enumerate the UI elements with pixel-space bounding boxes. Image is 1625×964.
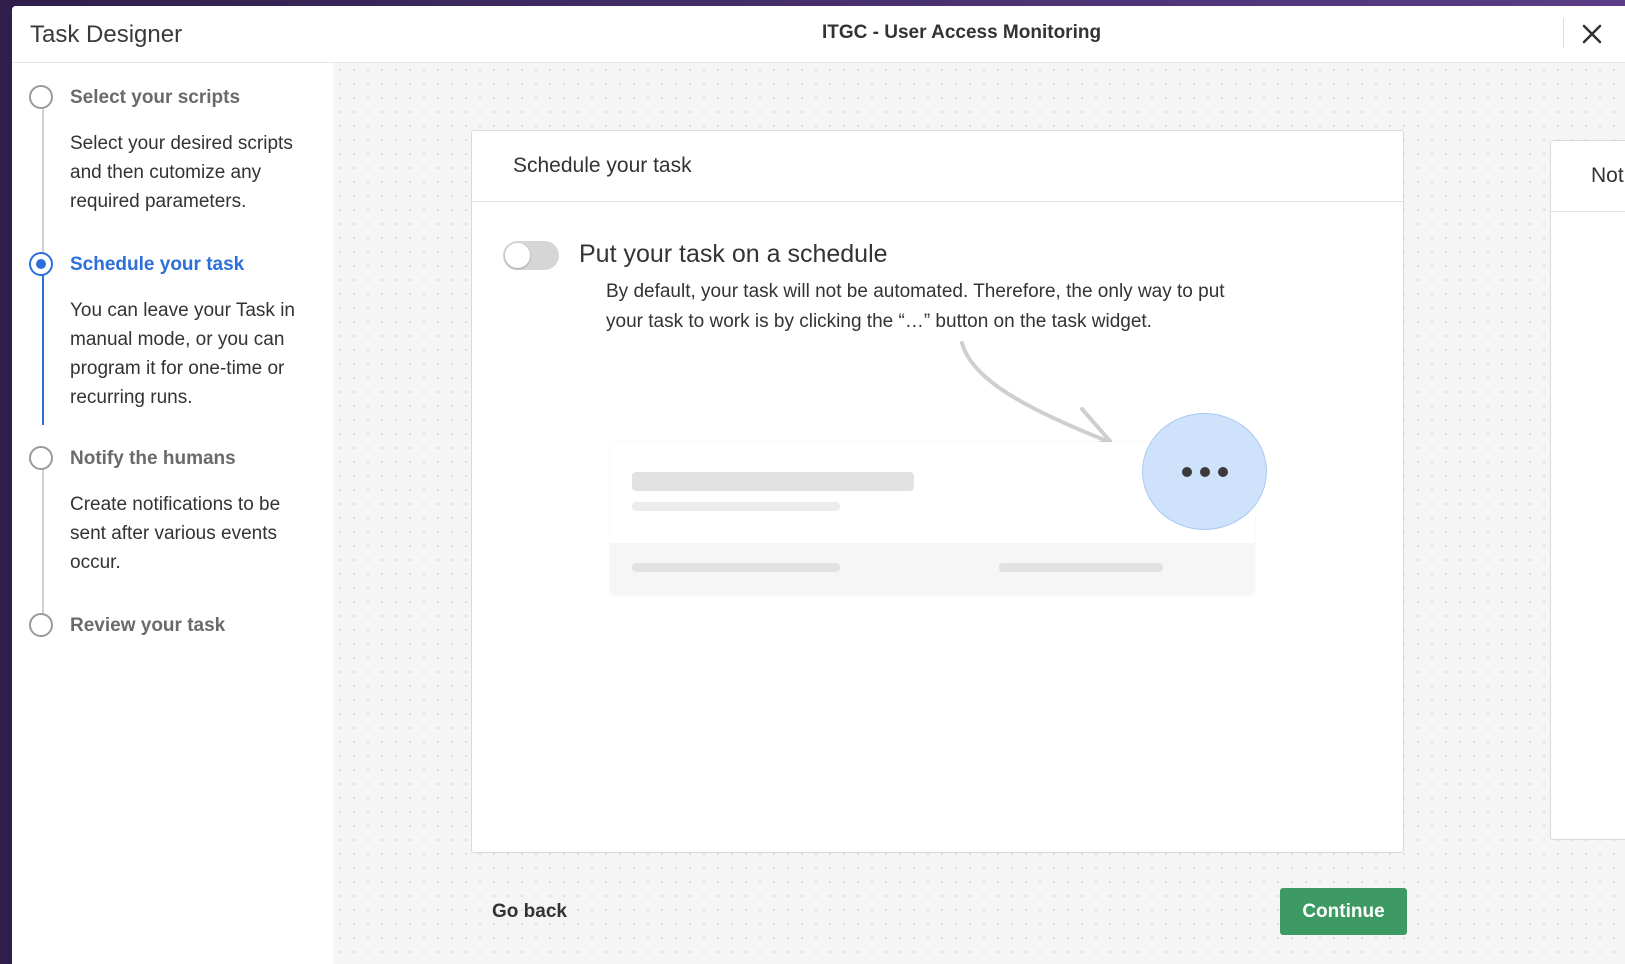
go-back-button[interactable]: Go back: [492, 901, 567, 923]
schedule-toggle-label[interactable]: Put your task on a schedule: [579, 240, 888, 269]
dot: [1199, 466, 1210, 477]
schedule-card: Schedule your task Put your task on a sc…: [471, 130, 1404, 853]
dot: [1181, 466, 1192, 477]
step-connector-active: [42, 275, 44, 425]
header-divider: [1563, 18, 1564, 48]
close-button[interactable]: [1578, 20, 1606, 48]
placeholder-bar: [632, 502, 840, 511]
step-connector: [42, 469, 44, 619]
step-indicator-schedule-task[interactable]: [29, 252, 53, 276]
schedule-description: By default, your task will not be automa…: [606, 281, 1225, 332]
step-connector: [42, 109, 44, 259]
steps-sidebar: Select your scripts Select your desired …: [12, 63, 333, 964]
next-card-header: Not: [1551, 141, 1625, 212]
card-header: Schedule your task: [472, 131, 1403, 202]
continue-button[interactable]: Continue: [1280, 888, 1407, 935]
task-name: ITGC - User Access Monitoring: [822, 22, 1102, 43]
step-description-select-scripts: Select your desired scripts and then cut…: [70, 133, 293, 212]
placeholder-bar: [632, 563, 840, 572]
step-title-review-task[interactable]: Review your task: [70, 615, 225, 637]
designer-canvas: Schedule your task Put your task on a sc…: [333, 63, 1625, 964]
step-description-notify-humans: Create notifications to be sent after va…: [70, 494, 281, 573]
next-card-title: Not: [1591, 164, 1624, 187]
schedule-toggle[interactable]: [503, 241, 559, 270]
step-indicator-notify-humans[interactable]: [29, 446, 53, 470]
card-title: Schedule your task: [513, 154, 692, 177]
step-title-schedule-task[interactable]: Schedule your task: [70, 254, 244, 276]
widget-footer: [610, 543, 1255, 595]
step-description-schedule-task: You can leave your Task in manual mode, …: [70, 300, 295, 408]
task-designer-window: Task Designer ITGC - User Access Monitor…: [12, 6, 1625, 964]
step-title-notify-humans[interactable]: Notify the humans: [70, 448, 236, 470]
placeholder-bar: [999, 563, 1163, 572]
ellipsis-icon: [1142, 413, 1267, 530]
window-header: Task Designer ITGC - User Access Monitor…: [12, 6, 1625, 63]
step-indicator-select-scripts[interactable]: [29, 85, 53, 109]
dot: [1217, 466, 1228, 477]
toggle-knob: [505, 243, 530, 268]
next-card-peek: Not: [1550, 140, 1625, 840]
placeholder-bar: [632, 472, 914, 491]
close-icon: [1582, 24, 1602, 44]
app-title: Task Designer: [30, 21, 183, 48]
step-indicator-review-task[interactable]: [29, 613, 53, 637]
step-title-select-scripts[interactable]: Select your scripts: [70, 87, 240, 109]
